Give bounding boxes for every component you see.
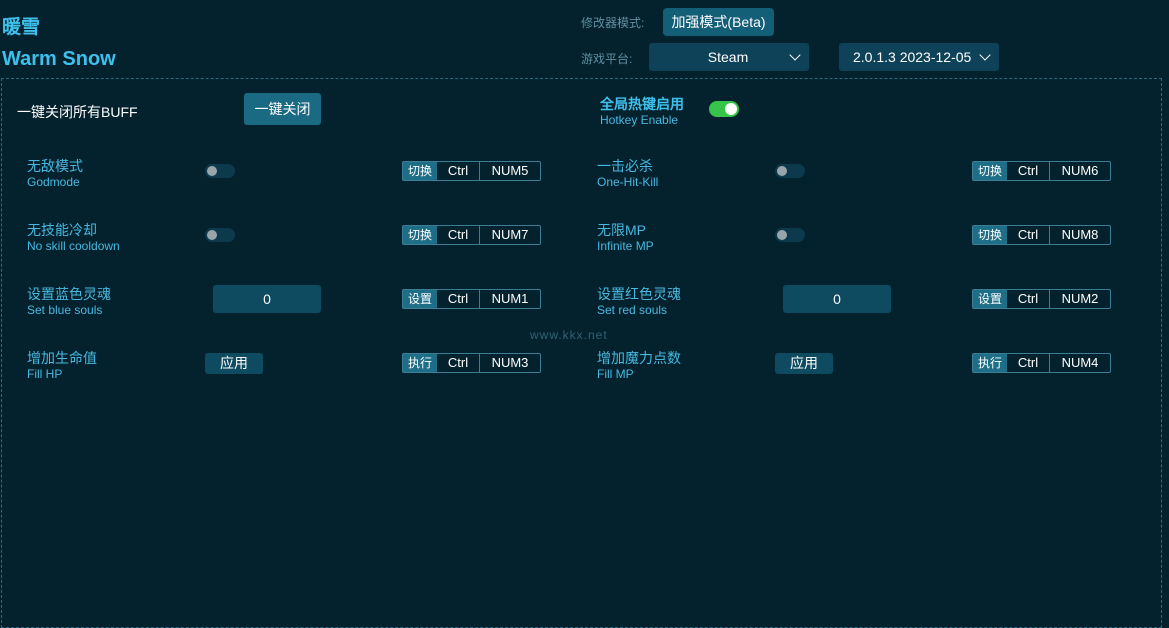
hotkey-action: 切换 [973,226,1007,244]
app-title-en: Warm Snow [2,48,116,70]
option-label-en: No skill cooldown [27,239,120,253]
fill-mp-hotkey[interactable]: 执行 Ctrl NUM4 [972,353,1111,373]
option-label-en: Fill HP [27,367,63,381]
godmode-toggle[interactable] [205,164,235,178]
watermark: www.kkx.net [530,328,608,342]
mode-button[interactable]: 加强模式(Beta) [663,8,774,36]
one-hit-kill-toggle[interactable] [775,164,805,178]
hotkey-action: 执行 [403,354,437,372]
platform-label: 游戏平台: [581,52,633,66]
hotkey-action: 执行 [973,354,1007,372]
close-all-button[interactable]: 一键关闭 [244,93,321,125]
hotkey-key: NUM5 [491,163,529,178]
hotkey-modifier: Ctrl [437,290,480,308]
hotkey-action: 设置 [403,290,437,308]
hotkey-enable-label-cn: 全局热键启用 [600,96,684,112]
option-label-en: Infinite MP [597,239,654,253]
hotkey-enable-label-en: Hotkey Enable [600,113,679,127]
platform-select-value: Steam [707,49,749,65]
hotkey-key: NUM4 [1061,355,1099,370]
toggle-knob [207,230,217,240]
hotkey-key: NUM2 [1061,291,1099,306]
hotkey-modifier: Ctrl [1007,290,1050,308]
blue-souls-hotkey[interactable]: 设置 Ctrl NUM1 [402,289,541,309]
chevron-down-icon [979,49,991,61]
version-select-value: 2.0.1.3 2023-12-05 [853,49,971,65]
version-select[interactable]: 2.0.1.3 2023-12-05 [839,43,999,71]
toggle-knob [725,103,737,115]
hotkey-modifier: Ctrl [437,226,480,244]
fill-hp-hotkey[interactable]: 执行 Ctrl NUM3 [402,353,541,373]
option-label-cn: 无限MP [597,222,646,238]
option-label-cn: 无技能冷却 [27,222,97,238]
hotkey-key: NUM8 [1061,227,1099,242]
option-label-en: Set red souls [597,303,668,317]
option-label-cn: 增加魔力点数 [597,350,681,366]
toggle-knob [777,230,787,240]
hotkey-key: NUM7 [491,227,529,242]
hotkey-key: NUM3 [491,355,529,370]
no-skill-cooldown-hotkey[interactable]: 切换 Ctrl NUM7 [402,225,541,245]
infinite-mp-hotkey[interactable]: 切换 Ctrl NUM8 [972,225,1111,245]
red-souls-input[interactable]: 0 [783,285,891,313]
blue-souls-input[interactable]: 0 [213,285,321,313]
no-skill-cooldown-toggle[interactable] [205,228,235,242]
option-label-en: Set blue souls [27,303,103,317]
option-label-en: One-Hit-Kill [597,175,659,189]
hotkey-enable-toggle[interactable] [709,101,739,117]
option-label-cn: 一击必杀 [597,158,653,174]
godmode-hotkey[interactable]: 切换 Ctrl NUM5 [402,161,541,181]
hotkey-action: 切换 [403,226,437,244]
option-label-en: Fill MP [597,367,634,381]
hotkey-key: NUM1 [491,291,529,306]
option-label-cn: 无敌模式 [27,158,83,174]
option-label-cn: 设置红色灵魂 [597,286,681,302]
option-label-en: Godmode [27,175,80,189]
option-label-cn: 增加生命值 [27,350,97,366]
platform-select[interactable]: Steam [649,43,809,71]
hotkey-key: NUM6 [1061,163,1099,178]
hotkey-modifier: Ctrl [1007,354,1050,372]
hotkey-modifier: Ctrl [437,354,480,372]
hotkey-modifier: Ctrl [1007,226,1050,244]
toggle-knob [777,166,787,176]
hotkey-modifier: Ctrl [437,162,480,180]
fill-mp-apply-button[interactable]: 应用 [775,353,833,374]
app-title-cn: 暖雪 [2,17,41,38]
toggle-knob [207,166,217,176]
one-hit-kill-hotkey[interactable]: 切换 Ctrl NUM6 [972,161,1111,181]
hotkey-modifier: Ctrl [1007,162,1050,180]
hotkey-action: 设置 [973,290,1007,308]
hotkey-action: 切换 [973,162,1007,180]
infinite-mp-toggle[interactable] [775,228,805,242]
fill-hp-apply-button[interactable]: 应用 [205,353,263,374]
option-label-cn: 设置蓝色灵魂 [27,286,111,302]
mode-label: 修改器模式: [581,16,645,30]
close-all-label: 一键关闭所有BUFF [17,104,138,120]
red-souls-hotkey[interactable]: 设置 Ctrl NUM2 [972,289,1111,309]
hotkey-action: 切换 [403,162,437,180]
